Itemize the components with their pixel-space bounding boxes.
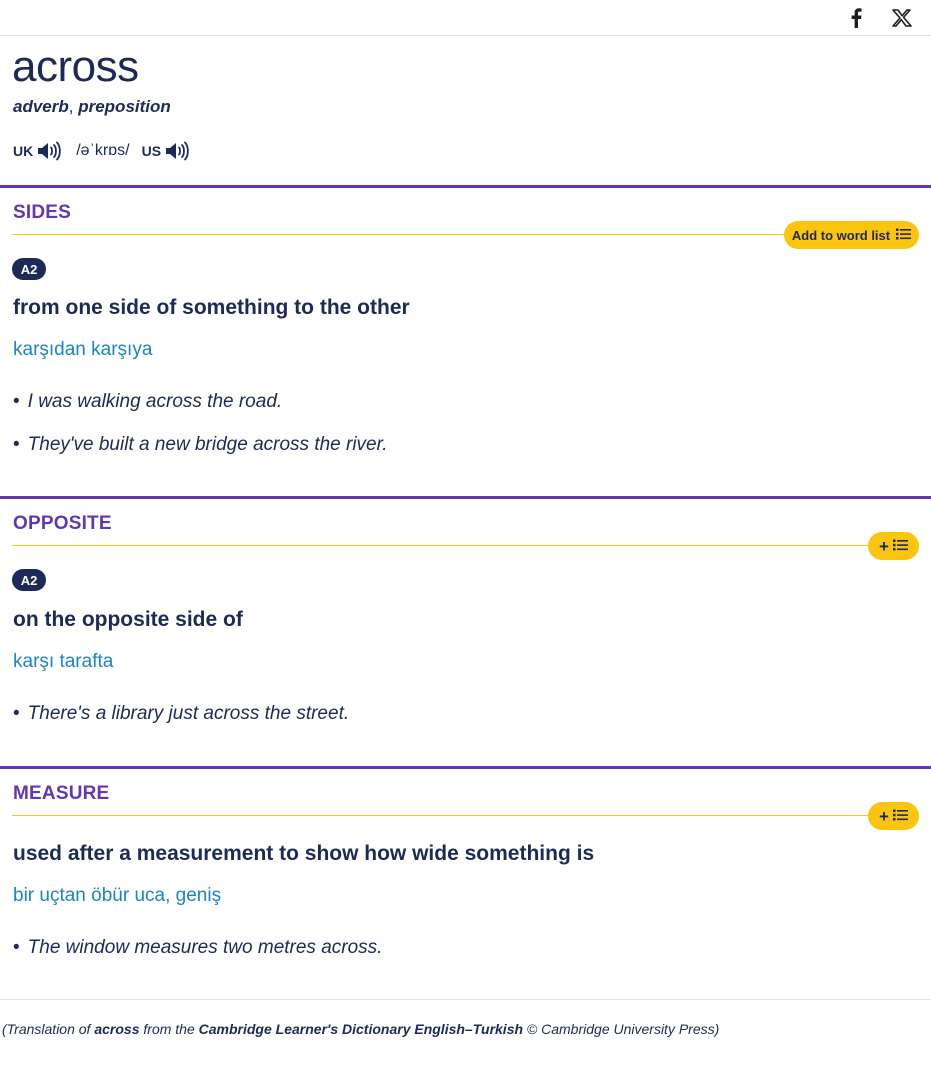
x-icon[interactable]: [890, 6, 914, 30]
section-divider: [0, 185, 931, 188]
add-to-word-list-label: Add to word list: [791, 227, 891, 243]
translation: karşıdan karşıya: [13, 339, 153, 360]
example-sentence: • There's a library just across the stree…: [13, 703, 350, 724]
facebook-icon[interactable]: [844, 6, 868, 30]
pos-separator: ,: [68, 97, 74, 116]
definition: used after a measurement to show how wid…: [13, 842, 595, 865]
dictionary-name[interactable]: Cambridge Learner's Dictionary English–T…: [199, 1021, 523, 1037]
translation: karşı tarafta: [13, 651, 114, 672]
level-badge[interactable]: A2: [12, 258, 46, 280]
guideword: SIDES: [13, 202, 72, 223]
guideword-underline: [12, 815, 872, 816]
part-of-speech: adverb, preposition: [13, 97, 171, 117]
footer-divider: [0, 999, 931, 1000]
add-to-word-list-button[interactable]: +: [868, 802, 919, 830]
us-label: US: [141, 143, 162, 159]
section-divider: [0, 496, 931, 499]
plus-icon: +: [879, 536, 889, 556]
credit-word: across: [94, 1021, 140, 1037]
ipa-transcription: /əˈkrɒs/: [76, 142, 130, 159]
definition: from one side of something to the other: [13, 296, 410, 319]
pos-preposition[interactable]: preposition: [78, 97, 171, 116]
headword: across: [12, 42, 139, 91]
add-to-word-list-button[interactable]: Add to word list: [784, 221, 919, 249]
example-sentence: • They've built a new bridge across the r…: [13, 434, 388, 455]
list-icon: [892, 539, 908, 554]
add-to-word-list-button[interactable]: +: [868, 532, 919, 560]
us-speaker-icon[interactable]: [164, 139, 190, 163]
pronunciation: UK /əˈkrɒs/ US: [13, 139, 190, 163]
guideword: MEASURE: [13, 783, 110, 804]
uk-speaker-icon[interactable]: [36, 139, 62, 163]
share-bar: [0, 0, 931, 36]
uk-label: UK: [13, 143, 34, 159]
section-divider: [0, 766, 931, 769]
guideword: OPPOSITE: [13, 513, 112, 534]
list-icon: [896, 228, 912, 243]
level-badge[interactable]: A2: [12, 569, 46, 591]
example-sentence: • The window measures two metres across.: [13, 937, 383, 958]
example-sentence: • I was walking across the road.: [13, 391, 283, 412]
definition: on the opposite side of: [13, 608, 243, 631]
guideword-underline: [12, 234, 787, 235]
translation: bir uçtan öbür uca, geniş: [13, 885, 222, 906]
plus-icon: +: [879, 806, 889, 826]
translation-credit: (Translation of across from the Cambridg…: [2, 1021, 720, 1037]
pos-adverb[interactable]: adverb: [13, 97, 69, 116]
list-icon: [892, 809, 908, 824]
guideword-underline: [12, 545, 872, 546]
